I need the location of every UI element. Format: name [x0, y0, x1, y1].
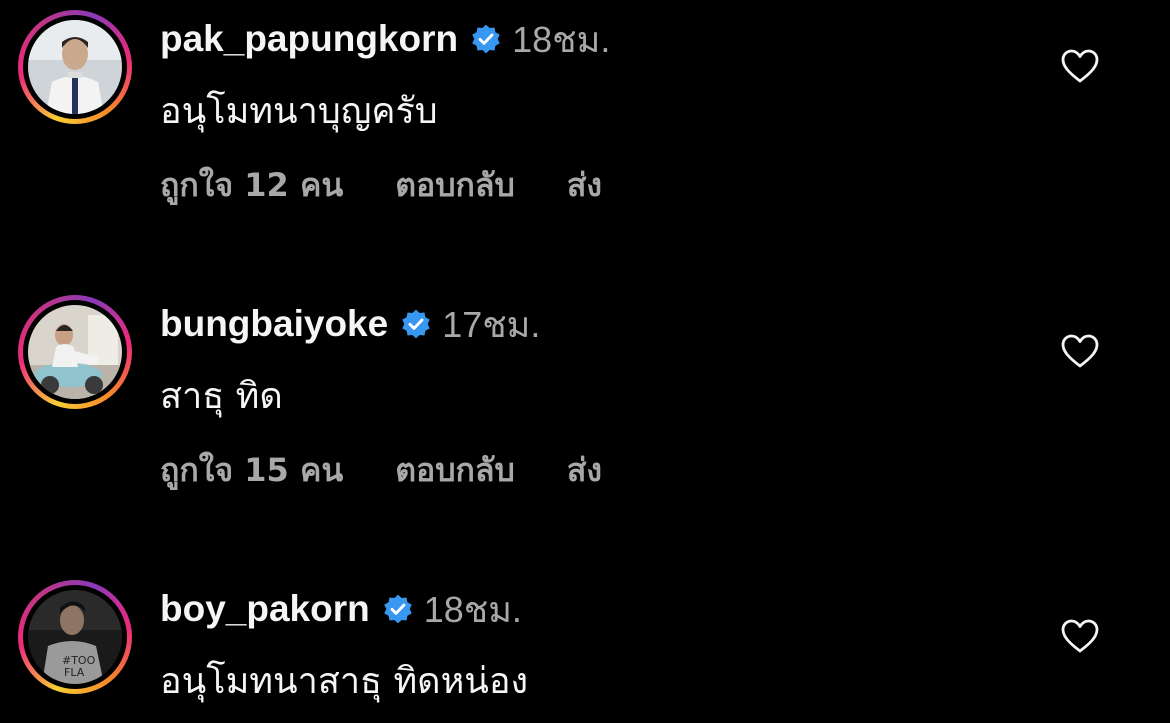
comment-text: อนุโมทนาสาธุ ทิดหน่อง	[160, 661, 529, 702]
comment-username[interactable]: bungbaiyoke	[160, 299, 388, 349]
comment-text: อนุโมทนาบุญครับ	[160, 91, 438, 132]
heart-outline-icon[interactable]	[1060, 333, 1100, 369]
comment-timestamp: 18ชม.	[423, 588, 522, 630]
comment-item: pak_papungkorn 18ชม. อนุโมทนาบุญครับ ถูก…	[0, 0, 1170, 260]
send-button[interactable]: ส่ง	[567, 160, 602, 211]
comment-item: #TOO FLA boy_pakorn 18ชม. อนุโมทนาสาธุ ท…	[0, 570, 1170, 723]
send-button[interactable]: ส่ง	[567, 445, 602, 496]
likes-count[interactable]: ถูกใจ 15 คน	[160, 445, 343, 496]
comment-actions: ถูกใจ 12 คน ตอบกลับ ส่ง	[160, 160, 602, 210]
heart-outline-icon[interactable]	[1060, 618, 1100, 654]
comment-timestamp: 18ชม.	[512, 18, 611, 60]
reply-button[interactable]: ตอบกลับ	[395, 445, 515, 496]
avatar-photo: #TOO FLA	[28, 590, 122, 684]
comment-username[interactable]: boy_pakorn	[160, 584, 370, 634]
avatar[interactable]	[18, 295, 132, 409]
comment-text: สาธุ ทิด	[160, 376, 283, 417]
likes-count[interactable]: ถูกใจ 12 คน	[160, 160, 343, 211]
comment-item: bungbaiyoke 17ชม. สาธุ ทิด ถูกใจ 15 คน ต…	[0, 285, 1170, 545]
avatar[interactable]	[18, 10, 132, 124]
verified-badge-icon	[402, 309, 430, 339]
svg-text:FLA: FLA	[64, 666, 85, 679]
avatar-photo	[28, 305, 122, 399]
heart-outline-icon[interactable]	[1060, 48, 1100, 84]
comment-timestamp: 17ชม.	[442, 303, 541, 345]
verified-badge-icon	[383, 594, 412, 624]
avatar[interactable]: #TOO FLA	[18, 580, 132, 694]
avatar-photo	[28, 20, 122, 114]
reply-button[interactable]: ตอบกลับ	[395, 160, 515, 211]
comment-username[interactable]: pak_papungkorn	[160, 14, 458, 64]
verified-badge-icon	[472, 24, 500, 54]
comment-actions: ถูกใจ 15 คน ตอบกลับ ส่ง	[160, 445, 602, 495]
